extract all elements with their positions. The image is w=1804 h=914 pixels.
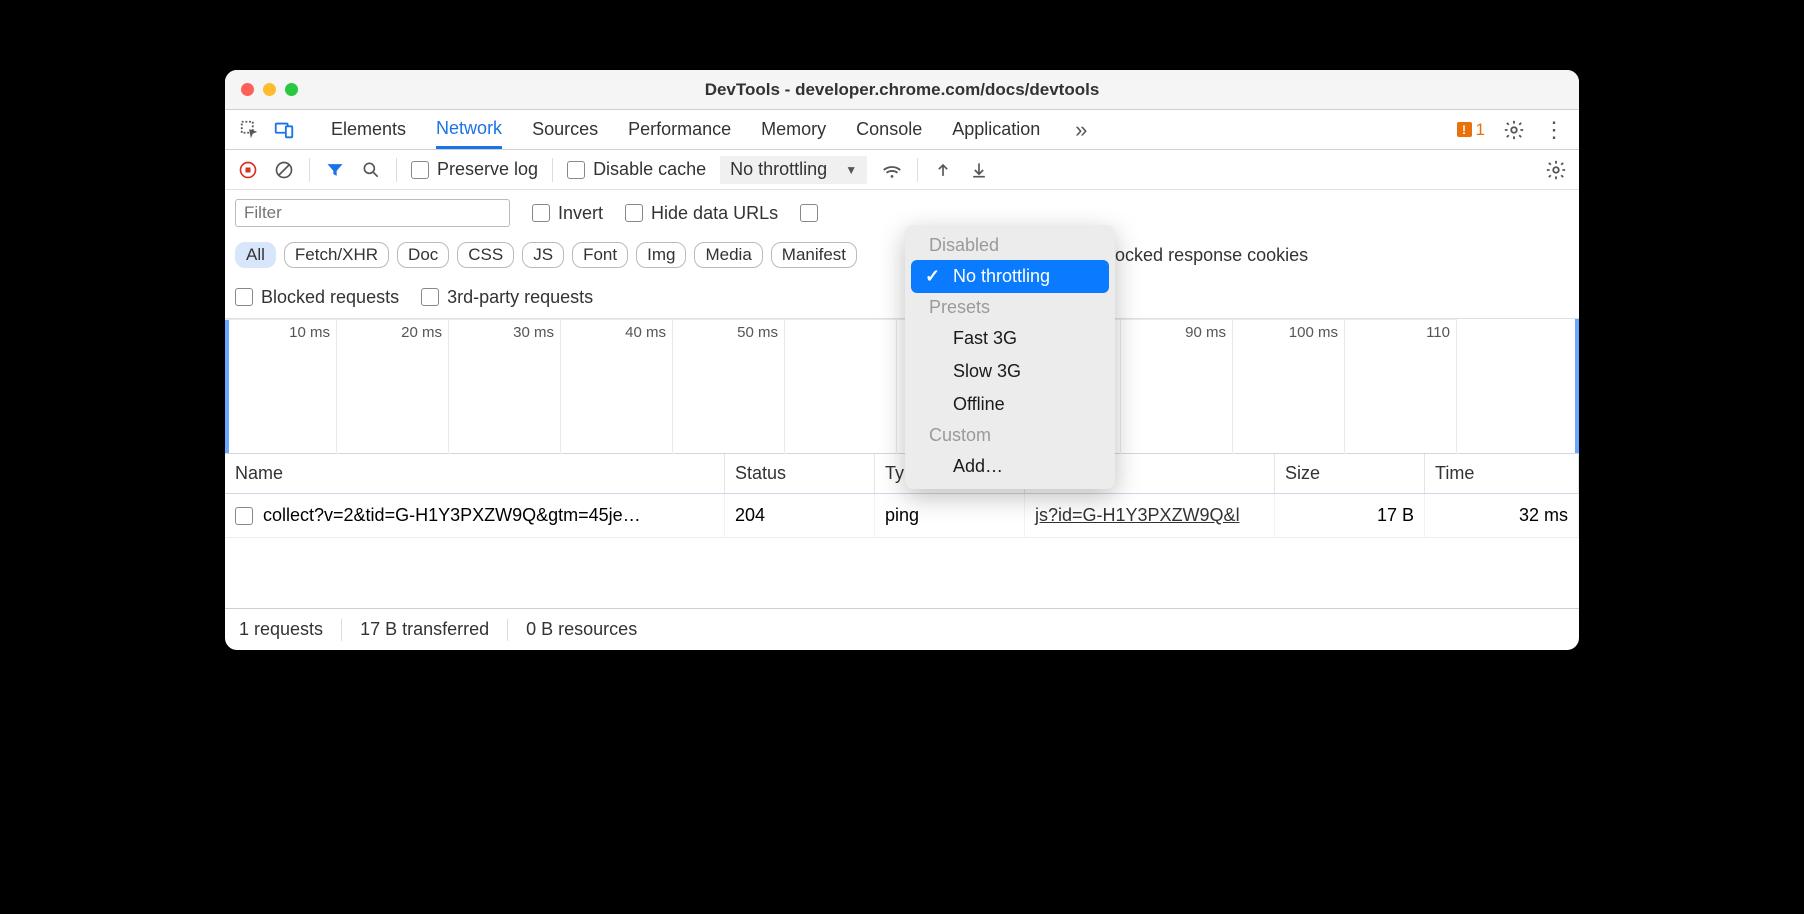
network-toolbar: Preserve log Disable cache No throttling… xyxy=(225,150,1579,190)
table-row[interactable]: collect?v=2&tid=G-H1Y3PXZW9Q&gtm=45je… 2… xyxy=(225,494,1579,538)
download-har-icon[interactable] xyxy=(968,159,990,181)
timeline-handle-right[interactable] xyxy=(1575,319,1579,453)
throttling-select[interactable]: No throttling ▼ xyxy=(720,156,867,184)
tick-label: 40 ms xyxy=(625,324,666,341)
type-pill-img[interactable]: Img xyxy=(636,242,686,268)
inspect-element-icon[interactable] xyxy=(239,119,261,141)
panel-tabs: Elements Network Sources Performance Mem… xyxy=(331,110,1092,149)
chevron-down-icon: ▼ xyxy=(845,163,857,177)
status-bar: 1 requests 17 B transferred 0 B resource… xyxy=(225,608,1579,650)
hidden-checkbox-partial[interactable] xyxy=(800,204,818,222)
devtools-window: DevTools - developer.chrome.com/docs/dev… xyxy=(225,70,1579,650)
tab-console[interactable]: Console xyxy=(856,110,922,149)
tick-label: 90 ms xyxy=(1185,324,1226,341)
cell-type: ping xyxy=(875,494,1025,537)
network-settings-gear-icon[interactable] xyxy=(1545,159,1567,181)
upload-har-icon[interactable] xyxy=(932,159,954,181)
timeline-overview[interactable]: 10 ms 20 ms 30 ms 40 ms 50 ms 80 ms 90 m… xyxy=(225,319,1579,454)
dropdown-section-custom: Custom xyxy=(905,421,1115,450)
main-tabbar: Elements Network Sources Performance Mem… xyxy=(225,110,1579,150)
col-name[interactable]: Name xyxy=(225,454,725,493)
tick-label: 10 ms xyxy=(289,324,330,341)
more-menu-icon[interactable]: ⋮ xyxy=(1543,119,1565,141)
type-pill-fetch-xhr[interactable]: Fetch/XHR xyxy=(284,242,389,268)
more-tabs-icon[interactable]: » xyxy=(1070,119,1092,141)
type-pill-all[interactable]: All xyxy=(235,242,276,268)
third-party-checkbox[interactable]: 3rd-party requests xyxy=(421,287,593,308)
row-checkbox[interactable] xyxy=(235,507,253,525)
type-pill-media[interactable]: Media xyxy=(694,242,762,268)
tab-sources[interactable]: Sources xyxy=(532,110,598,149)
table-header: Name Status Ty Size Time xyxy=(225,454,1579,494)
tab-performance[interactable]: Performance xyxy=(628,110,731,149)
tick-label: 110 xyxy=(1426,324,1450,341)
cell-time: 32 ms xyxy=(1425,494,1579,537)
status-transferred: 17 B transferred xyxy=(360,619,489,640)
type-pill-font[interactable]: Font xyxy=(572,242,628,268)
blocked-requests-checkbox[interactable]: Blocked requests xyxy=(235,287,399,308)
hide-data-urls-checkbox[interactable]: Hide data URLs xyxy=(625,203,778,224)
col-status[interactable]: Status xyxy=(725,454,875,493)
dropdown-item-add[interactable]: Add… xyxy=(905,450,1115,483)
titlebar: DevTools - developer.chrome.com/docs/dev… xyxy=(225,70,1579,110)
invert-checkbox[interactable]: Invert xyxy=(532,203,603,224)
warning-icon: ! xyxy=(1457,122,1472,137)
type-pill-doc[interactable]: Doc xyxy=(397,242,449,268)
type-pill-js[interactable]: JS xyxy=(522,242,564,268)
device-toolbar-icon[interactable] xyxy=(273,119,295,141)
tab-application[interactable]: Application xyxy=(952,110,1040,149)
issues-count: 1 xyxy=(1476,120,1485,140)
tick-label: 20 ms xyxy=(401,324,442,341)
minimize-window-button[interactable] xyxy=(263,83,276,96)
issues-badge[interactable]: ! 1 xyxy=(1457,120,1485,140)
search-icon[interactable] xyxy=(360,159,382,181)
type-pill-manifest[interactable]: Manifest xyxy=(771,242,857,268)
filter-icon[interactable] xyxy=(324,159,346,181)
cell-initiator: js?id=G-H1Y3PXZW9Q&l xyxy=(1025,494,1275,537)
tab-elements[interactable]: Elements xyxy=(331,110,406,149)
initiator-link[interactable]: js?id=G-H1Y3PXZW9Q&l xyxy=(1035,505,1240,526)
disable-cache-checkbox[interactable]: Disable cache xyxy=(567,159,706,180)
cell-name: collect?v=2&tid=G-H1Y3PXZW9Q&gtm=45je… xyxy=(225,494,725,537)
traffic-lights xyxy=(225,83,298,96)
settings-gear-icon[interactable] xyxy=(1503,119,1525,141)
requests-table: Name Status Ty Size Time collect?v=2&tid… xyxy=(225,454,1579,608)
maximize-window-button[interactable] xyxy=(285,83,298,96)
tick-label: 100 ms xyxy=(1289,324,1338,341)
dropdown-item-slow-3g[interactable]: Slow 3G xyxy=(905,355,1115,388)
record-stop-icon[interactable] xyxy=(237,159,259,181)
col-time[interactable]: Time xyxy=(1425,454,1579,493)
col-size[interactable]: Size xyxy=(1275,454,1425,493)
tab-network[interactable]: Network xyxy=(436,110,502,149)
cell-size: 17 B xyxy=(1275,494,1425,537)
preserve-log-checkbox[interactable]: Preserve log xyxy=(411,159,538,180)
type-pill-css[interactable]: CSS xyxy=(457,242,514,268)
dropdown-item-fast-3g[interactable]: Fast 3G xyxy=(905,322,1115,355)
tick-label: 50 ms xyxy=(737,324,778,341)
network-conditions-icon[interactable] xyxy=(881,159,903,181)
dropdown-section-presets: Presets xyxy=(905,293,1115,322)
dropdown-section-disabled: Disabled xyxy=(905,231,1115,260)
cell-status: 204 xyxy=(725,494,875,537)
window-title: DevTools - developer.chrome.com/docs/dev… xyxy=(225,80,1579,100)
clear-icon[interactable] xyxy=(273,159,295,181)
status-resources: 0 B resources xyxy=(526,619,637,640)
dropdown-item-no-throttling[interactable]: No throttling xyxy=(911,260,1109,293)
close-window-button[interactable] xyxy=(241,83,254,96)
filter-bar: Invert Hide data URLs All Fetch/XHR Doc … xyxy=(225,190,1579,319)
status-requests: 1 requests xyxy=(239,619,323,640)
dropdown-item-offline[interactable]: Offline xyxy=(905,388,1115,421)
tab-memory[interactable]: Memory xyxy=(761,110,826,149)
filter-input[interactable] xyxy=(235,199,510,227)
tick-label: 30 ms xyxy=(513,324,554,341)
throttling-dropdown: Disabled No throttling Presets Fast 3G S… xyxy=(905,225,1115,489)
